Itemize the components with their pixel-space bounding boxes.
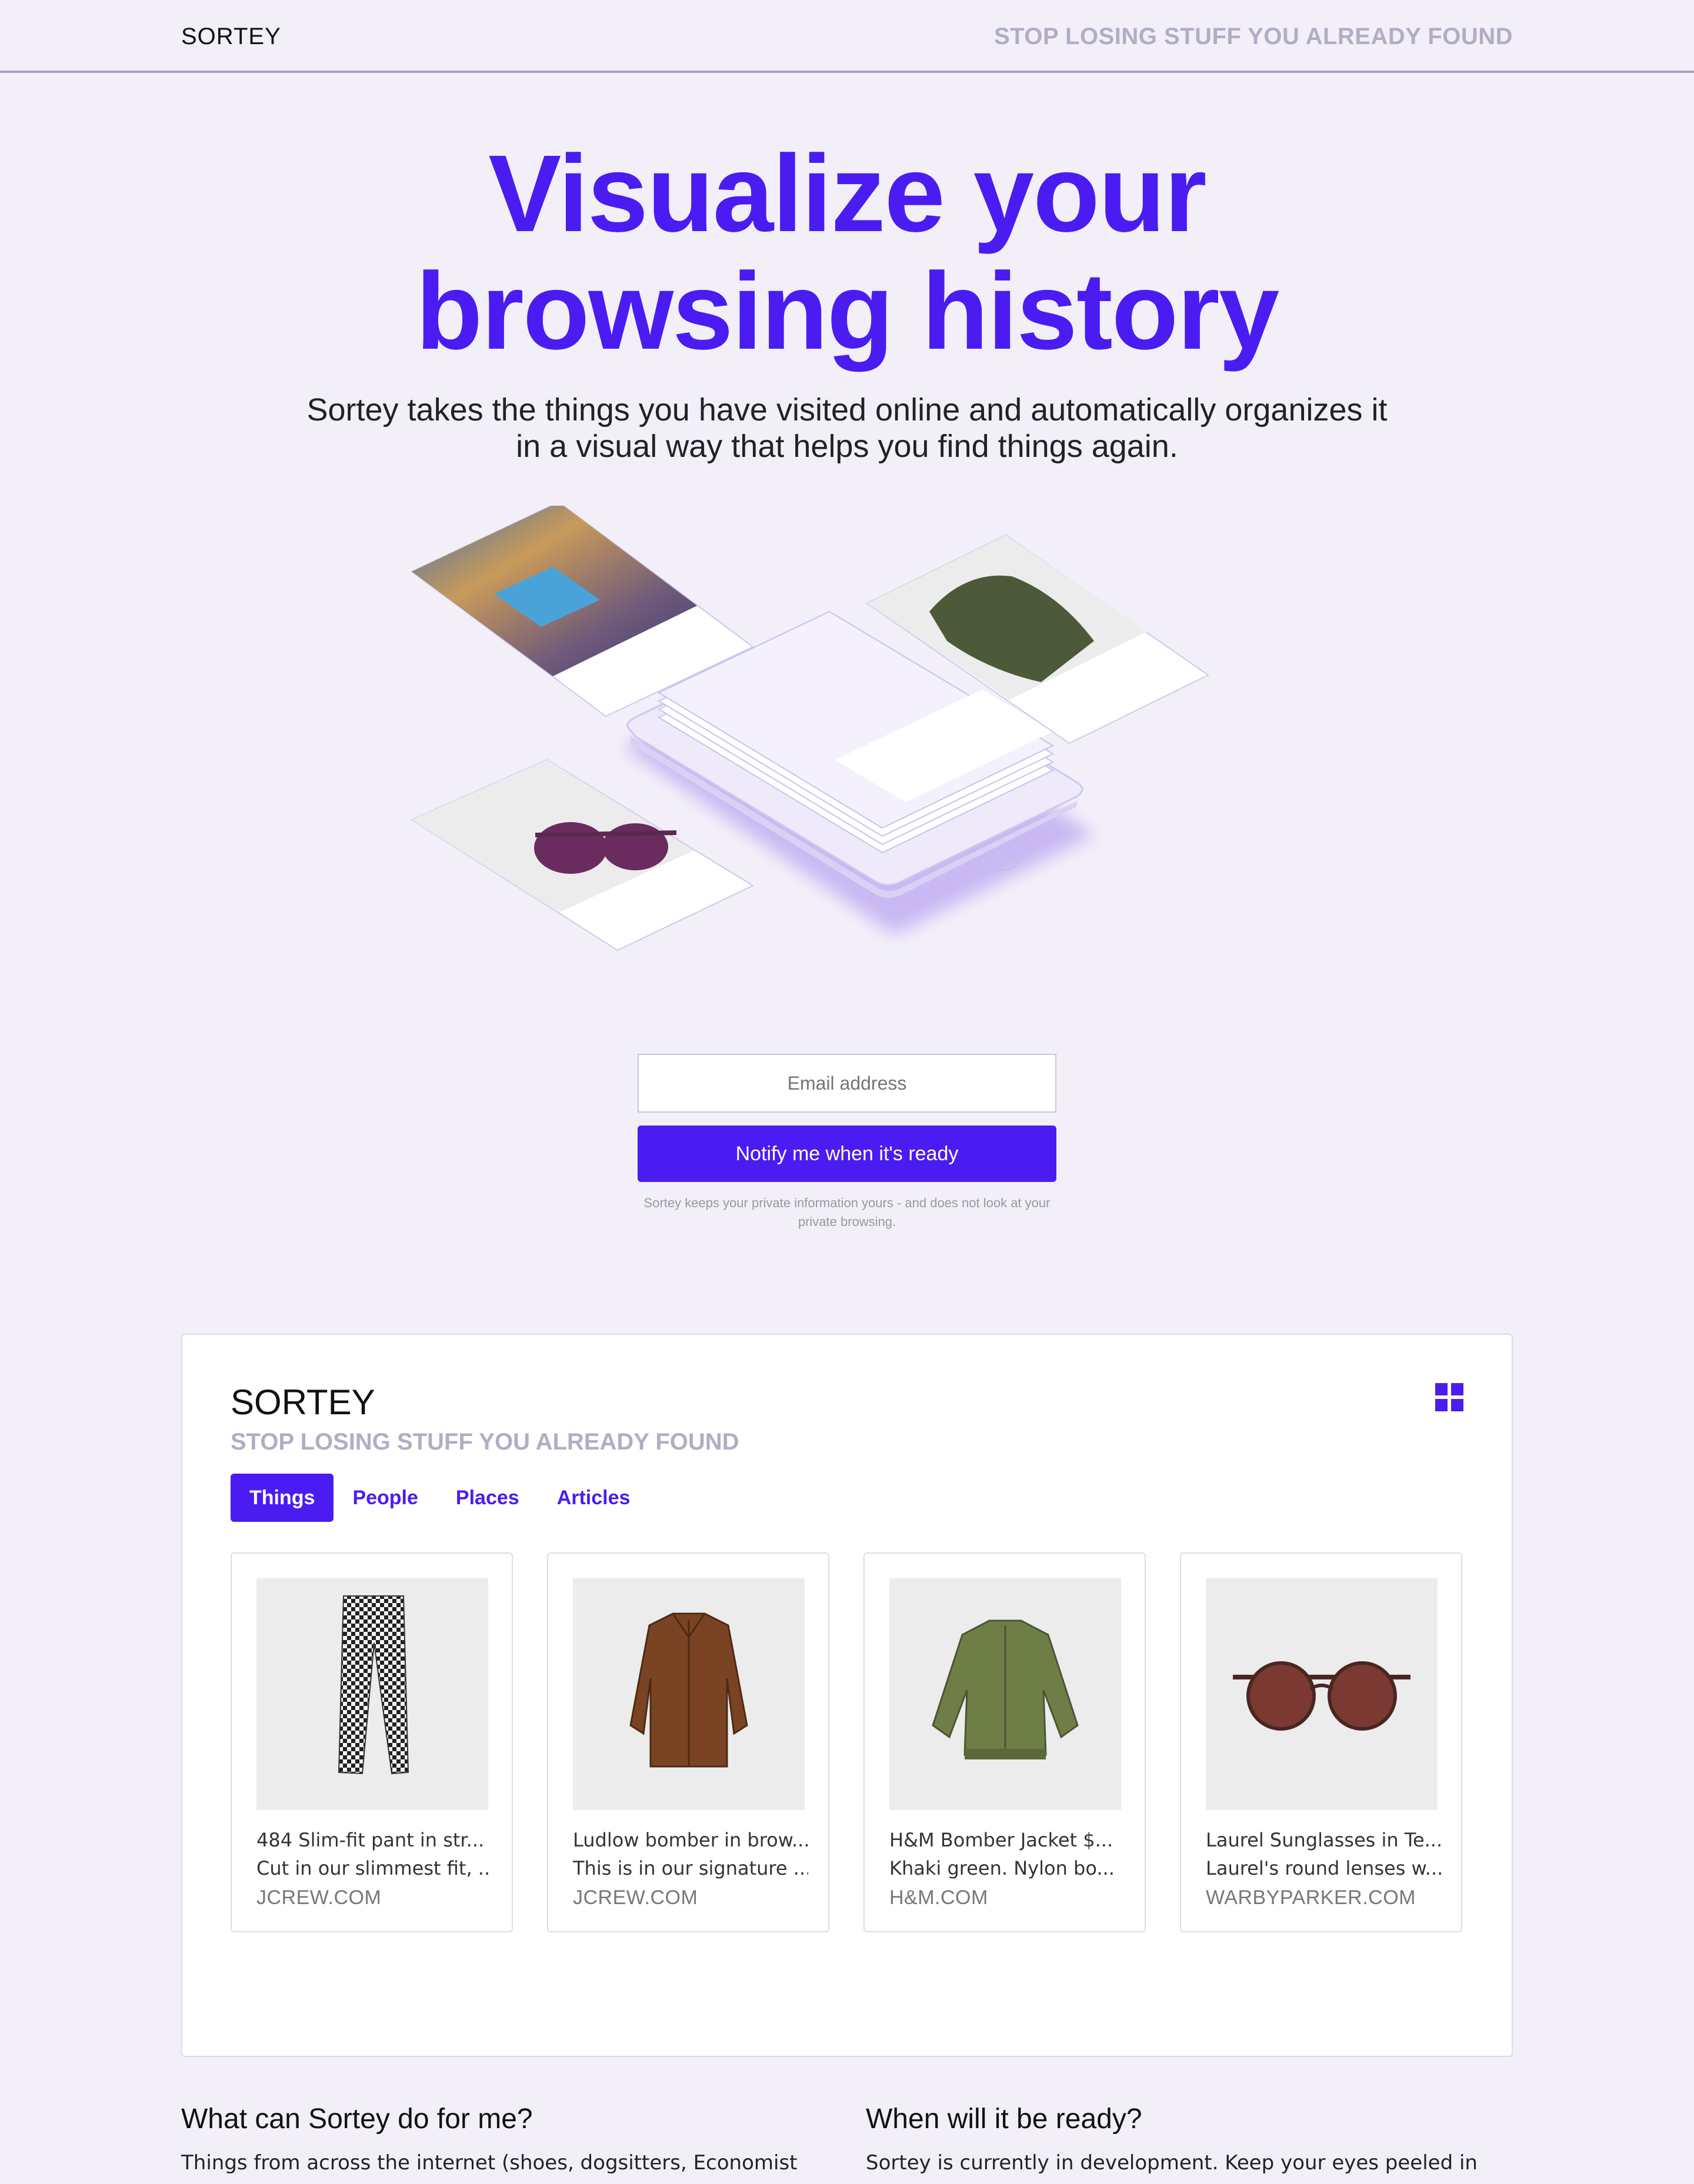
item-title: 484 Slim-fit pant in str...: [256, 1829, 485, 1851]
item-title: H&M Bomber Jacket $...: [889, 1829, 1113, 1851]
demo-tagline: STOP LOSING STUFF YOU ALREADY FOUND: [231, 1429, 739, 1455]
hero-title-line-1: Visualize your: [488, 133, 1206, 255]
tab-articles[interactable]: Articles: [538, 1474, 649, 1522]
houndstooth-pants-image: [338, 1595, 409, 1775]
item-image: [573, 1578, 805, 1810]
item-domain: JCREW.COM: [573, 1886, 698, 1909]
faq-text-what: Things from across the internet (shoes, …: [181, 2151, 798, 2175]
demo-brand: SORTEY: [231, 1382, 375, 1422]
notify-button[interactable]: Notify me when it's ready: [638, 1126, 1056, 1182]
faq-title-what: What can Sortey do for me?: [181, 2103, 533, 2135]
sunglasses-image: [1233, 1661, 1410, 1731]
item-title: Ludlow bomber in brow...: [573, 1829, 808, 1851]
tab-things[interactable]: Things: [231, 1474, 334, 1522]
tab-places[interactable]: Places: [437, 1474, 538, 1522]
item-card[interactable]: 484 Slim-fit pant in str... Cut in our s…: [231, 1552, 513, 1932]
demo-panel: SORTEY STOP LOSING STUFF YOU ALREADY FOU…: [181, 1334, 1513, 2057]
header-tagline: STOP LOSING STUFF YOU ALREADY FOUND: [993, 24, 1513, 49]
item-title: Laurel Sunglasses in Te...: [1206, 1829, 1441, 1851]
hero-illustration: [410, 506, 1209, 951]
item-image: [1206, 1578, 1438, 1810]
top-bar: SORTEY STOP LOSING STUFF YOU ALREADY FOU…: [0, 0, 1694, 73]
item-domain: WARBYPARKER.COM: [1206, 1886, 1416, 1909]
faq-title-when: When will it be ready?: [866, 2103, 1142, 2135]
item-card[interactable]: Ludlow bomber in brow... This is in our …: [547, 1552, 829, 1932]
brand-logo[interactable]: SORTEY: [181, 24, 281, 50]
item-card[interactable]: Laurel Sunglasses in Te... Laurel's roun…: [1180, 1552, 1462, 1932]
item-description: Cut in our slimmest fit, ...: [256, 1857, 492, 1879]
item-image: [256, 1578, 488, 1810]
tab-people[interactable]: People: [334, 1474, 436, 1522]
item-description: Khaki green. Nylon bo...: [889, 1857, 1115, 1879]
faq-text-when: Sortey is currently in development. Keep…: [866, 2151, 1478, 2175]
item-image: [889, 1578, 1121, 1810]
privacy-note: Sortey keeps your private information yo…: [643, 1195, 1051, 1229]
item-card[interactable]: H&M Bomber Jacket $... Khaki green. Nylo…: [863, 1552, 1146, 1932]
hero-subtitle: Sortey takes the things you have visited…: [306, 392, 1388, 464]
hero-title-line-2: browsing history: [415, 251, 1279, 372]
green-bomber-image: [932, 1619, 1079, 1759]
item-description: This is in our signature ...: [573, 1857, 808, 1879]
grid-view-icon[interactable]: [1435, 1383, 1463, 1411]
category-tabs: Things People Places Articles: [231, 1474, 649, 1522]
item-grid: 484 Slim-fit pant in str... Cut in our s…: [231, 1552, 1466, 1932]
hero-title: Visualize your browsing history: [0, 135, 1694, 370]
brown-jacket-image: [629, 1612, 748, 1768]
email-input[interactable]: [638, 1054, 1056, 1113]
item-domain: H&M.COM: [889, 1886, 988, 1909]
item-domain: JCREW.COM: [256, 1886, 382, 1909]
item-description: Laurel's round lenses w...: [1206, 1857, 1441, 1879]
